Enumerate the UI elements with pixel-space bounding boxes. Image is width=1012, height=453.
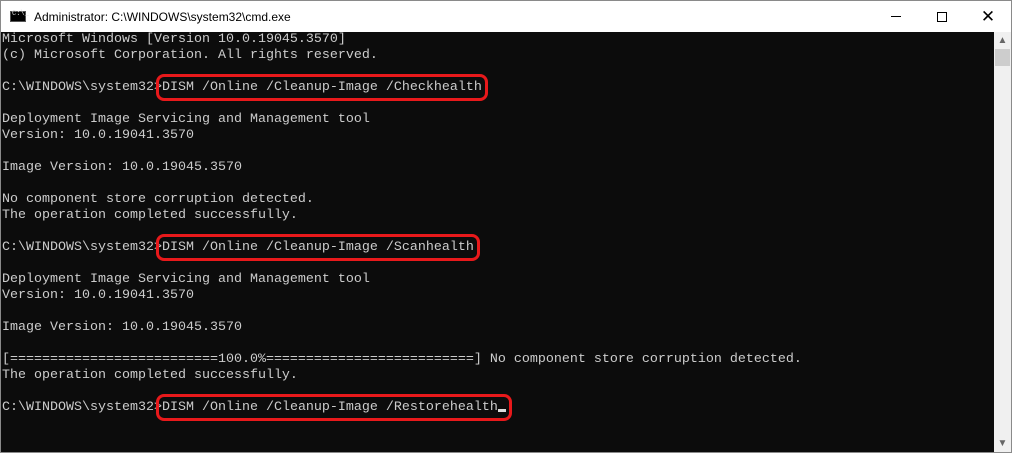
scroll-down-arrow-icon[interactable]: ▼ xyxy=(994,435,1011,452)
window-title: Administrator: C:\WINDOWS\system32\cmd.e… xyxy=(34,9,291,24)
output-line: Version: 10.0.19041.3570 xyxy=(2,288,194,303)
minimize-icon xyxy=(891,16,901,17)
output-line: Microsoft Windows [Version 10.0.19045.35… xyxy=(2,32,346,47)
title-bar[interactable]: Administrator: C:\WINDOWS\system32\cmd.e… xyxy=(1,1,1011,32)
command-line: C:\WINDOWS\system32>DISM /Online /Cleanu… xyxy=(2,234,994,261)
cmd-app-icon[interactable] xyxy=(10,10,29,22)
output-line: Image Version: 10.0.19045.3570 xyxy=(2,320,242,335)
highlighted-command: DISM /Online /Cleanup-Image /Restoreheal… xyxy=(155,394,512,421)
vertical-scrollbar[interactable]: ▲ ▼ xyxy=(994,32,1011,452)
prompt: C:\WINDOWS\system32> xyxy=(2,80,162,95)
prompt: C:\WINDOWS\system32> xyxy=(2,240,162,255)
command-line: C:\WINDOWS\system32>DISM /Online /Cleanu… xyxy=(2,394,994,421)
prompt: C:\WINDOWS\system32> xyxy=(2,400,162,415)
output-line: No component store corruption detected. xyxy=(2,192,314,207)
cmd-window: Administrator: C:\WINDOWS\system32\cmd.e… xyxy=(0,0,1012,453)
output-line: (c) Microsoft Corporation. All rights re… xyxy=(2,48,378,63)
highlighted-command: DISM /Online /Cleanup-Image /Checkhealth xyxy=(155,74,488,101)
scroll-up-arrow-icon[interactable]: ▲ xyxy=(994,32,1011,49)
maximize-icon xyxy=(937,11,947,22)
text-cursor xyxy=(497,409,506,412)
maximize-button[interactable] xyxy=(919,1,965,32)
output-line: Image Version: 10.0.19045.3570 xyxy=(2,160,242,175)
highlighted-command: DISM /Online /Cleanup-Image /Scanhealth xyxy=(155,234,480,261)
minimize-button[interactable] xyxy=(873,1,919,32)
close-button[interactable]: ✕ xyxy=(965,1,1011,32)
console-output[interactable]: Microsoft Windows [Version 10.0.19045.35… xyxy=(2,32,994,452)
output-line: The operation completed successfully. xyxy=(2,368,298,383)
command-text: DISM /Online /Cleanup-Image /Restoreheal… xyxy=(161,400,498,415)
output-line: [==========================100.0%=======… xyxy=(2,352,802,367)
output-line: Deployment Image Servicing and Managemen… xyxy=(2,112,370,127)
output-line: Deployment Image Servicing and Managemen… xyxy=(2,272,370,287)
close-icon: ✕ xyxy=(980,6,996,26)
output-line: The operation completed successfully. xyxy=(2,208,298,223)
scrollbar-thumb[interactable] xyxy=(995,49,1010,66)
command-line: C:\WINDOWS\system32>DISM /Online /Cleanu… xyxy=(2,74,994,101)
output-line: Version: 10.0.19041.3570 xyxy=(2,128,194,143)
command-text: DISM /Online /Cleanup-Image /Checkhealth xyxy=(161,80,482,95)
command-text: DISM /Online /Cleanup-Image /Scanhealth xyxy=(161,240,474,255)
